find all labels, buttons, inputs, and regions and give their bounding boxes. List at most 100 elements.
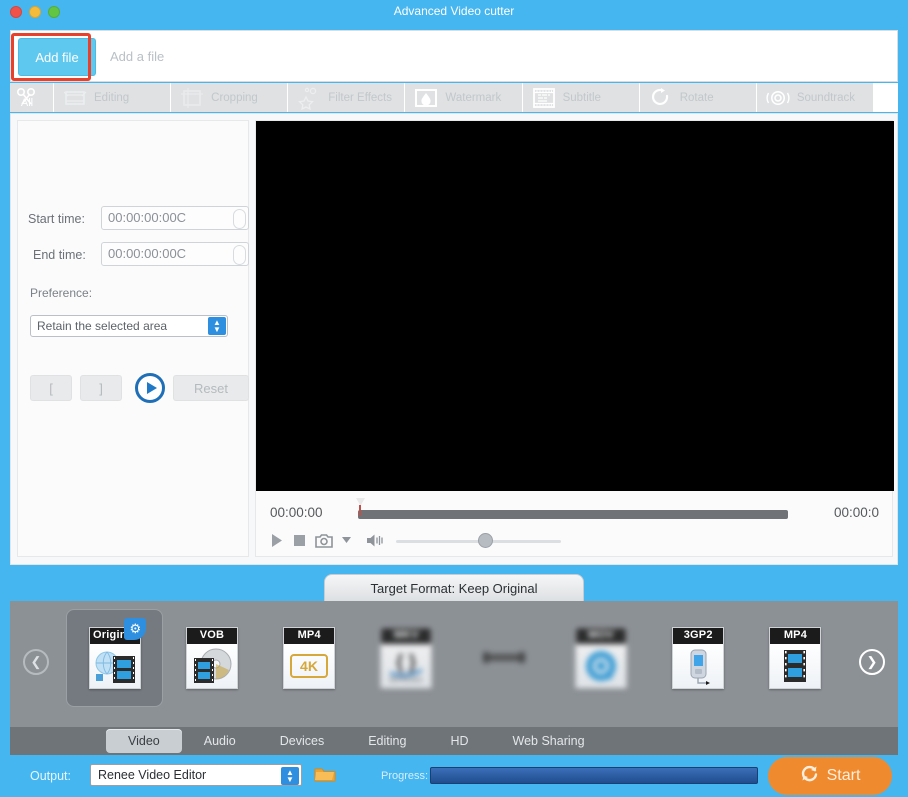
format-art-original [89, 644, 140, 688]
category-tab-video[interactable]: Video [106, 729, 182, 753]
format-item-mp4[interactable]: MP4 [747, 609, 844, 707]
format-caption: 3GP2 [673, 628, 724, 644]
tab-editing[interactable]: Editing [54, 83, 172, 112]
tab-subtitle[interactable]: Subtitle [523, 83, 640, 112]
output-select[interactable]: Renee Video Editor ▲ ▼ [90, 764, 302, 786]
tab-watermark-label: Watermark [445, 91, 502, 104]
end-time-stepper[interactable] [233, 245, 246, 265]
preview-play-button[interactable] [135, 373, 165, 403]
timeline-scrubber[interactable] [358, 510, 788, 519]
video-preview-panel: 00:00:00 00:00:0 [255, 120, 894, 557]
format-item-original[interactable]: Original ⚙ [66, 609, 164, 707]
format-list: Original ⚙ VOB MP4 4K MKV {} MATROSKA M… [66, 609, 844, 719]
svg-text:4K: 4K [300, 658, 318, 674]
format-caption: VOB [186, 628, 237, 644]
preference-label: Preference: [30, 286, 93, 300]
stop-button[interactable] [293, 534, 306, 547]
tab-filter-effects[interactable]: Filter Effects [288, 83, 406, 112]
play-preview-icon [146, 382, 157, 394]
window-title: Advanced Video cutter [393, 4, 515, 18]
tab-soundtrack-label: Soundtrack [796, 91, 856, 104]
soundtrack-icon [765, 86, 791, 110]
reset-button[interactable]: Reset [173, 375, 249, 401]
mark-out-button[interactable]: ] [80, 375, 122, 401]
tab-cropping-label: Cropping [211, 91, 258, 104]
format-caption: MP4 [770, 628, 821, 644]
format-card: 3GP2 [672, 627, 725, 689]
format-item-vob[interactable]: VOB [163, 609, 260, 707]
tab-filter-effects-label: Filter Effects [328, 91, 392, 104]
start-time-input[interactable]: 00:00:00:00C [101, 206, 249, 230]
add-file-placeholder: Add a file [110, 49, 165, 64]
format-art-blurred-thumb [478, 627, 530, 689]
rotate-icon [648, 86, 674, 110]
tool-tabs: All Editing Cropping Filter Effects Wate… [10, 83, 898, 112]
format-art-quicktime [575, 644, 626, 688]
timeline-playhead[interactable] [356, 498, 365, 516]
start-button[interactable]: Start [768, 757, 892, 795]
category-tab-hd[interactable]: HD [428, 729, 490, 753]
format-caption: MP4 [284, 628, 335, 644]
tab-soundtrack[interactable]: Soundtrack [757, 83, 874, 112]
cut-settings-panel: Start time: 00:00:00:00C End time: 00:00… [17, 120, 249, 557]
category-tab-devices[interactable]: Devices [258, 729, 346, 753]
play-button[interactable] [270, 533, 284, 548]
category-tab-web-sharing[interactable]: Web Sharing [491, 729, 607, 753]
start-button-label: Start [826, 767, 861, 784]
category-tab-audio[interactable]: Audio [182, 729, 258, 753]
video-canvas[interactable] [256, 121, 894, 491]
format-art-phone [673, 644, 724, 688]
progress-bar [430, 767, 758, 784]
chevron-updown-icon: ▲ ▼ [281, 767, 299, 785]
format-item-3gp2[interactable]: 3GP2 [650, 609, 747, 707]
format-card: MP4 [769, 627, 822, 689]
preference-select[interactable]: Retain the selected area ▲ ▼ [30, 315, 228, 337]
volume-button[interactable] [366, 533, 384, 548]
category-tabs: Video Audio Devices Editing HD Web Shari… [10, 727, 898, 755]
cropping-icon [179, 86, 205, 110]
format-art-film [770, 644, 821, 688]
add-file-button[interactable]: Add file [18, 38, 96, 76]
folder-icon[interactable] [314, 765, 336, 783]
format-caption: MOV [575, 628, 626, 644]
format-item-mov[interactable]: MOV [552, 609, 649, 707]
format-art-4k: 4K [284, 644, 335, 688]
format-subcaption: MATROSKA [390, 678, 423, 684]
format-card: VOB [185, 627, 238, 689]
format-item-mkv[interactable]: MKV { } MATROSKA [358, 609, 455, 707]
category-tab-editing[interactable]: Editing [346, 729, 428, 753]
snapshot-button[interactable] [315, 533, 333, 548]
end-time-input[interactable]: 00:00:00:00C [101, 242, 249, 266]
carousel-next-button[interactable]: ❯ [859, 649, 885, 675]
progress-label: Progress: [381, 770, 429, 782]
preference-value: Retain the selected area [37, 319, 168, 333]
end-time-label: End time: [33, 248, 86, 262]
volume-slider[interactable] [396, 533, 561, 548]
snapshot-menu-button[interactable] [342, 537, 351, 544]
tab-editing-label: Editing [94, 91, 130, 104]
subtitle-icon [531, 86, 557, 110]
tab-cropping[interactable]: Cropping [171, 83, 289, 112]
player-controls [270, 533, 384, 548]
title-bar: Advanced Video cutter [0, 0, 908, 24]
volume-slider-handle[interactable] [478, 533, 493, 548]
output-label: Output: [30, 769, 71, 783]
mark-in-button[interactable]: [ [30, 375, 72, 401]
tab-rotate[interactable]: Rotate [640, 83, 757, 112]
tab-all[interactable]: All [10, 83, 54, 112]
format-item-mp4-4k[interactable]: MP4 4K [261, 609, 358, 707]
format-item-obscured[interactable] [455, 609, 552, 707]
svg-text:All: All [21, 97, 33, 109]
refresh-icon [800, 764, 819, 788]
start-time-stepper[interactable] [233, 209, 246, 229]
carousel-prev-button[interactable]: ❮ [23, 649, 49, 675]
target-format-banner: Target Format: Keep Original [324, 574, 584, 602]
file-bar: Add file Add a file [10, 30, 898, 82]
gear-icon[interactable]: ⚙ [124, 618, 147, 640]
tab-rotate-label: Rotate [679, 91, 714, 104]
format-caption: MKV [381, 628, 432, 644]
end-time-value: 00:00:00:00C [108, 246, 187, 261]
format-card: MP4 4K [283, 627, 336, 689]
total-time-label: 00:00:0 [834, 505, 880, 520]
tab-watermark[interactable]: Watermark [405, 83, 523, 112]
